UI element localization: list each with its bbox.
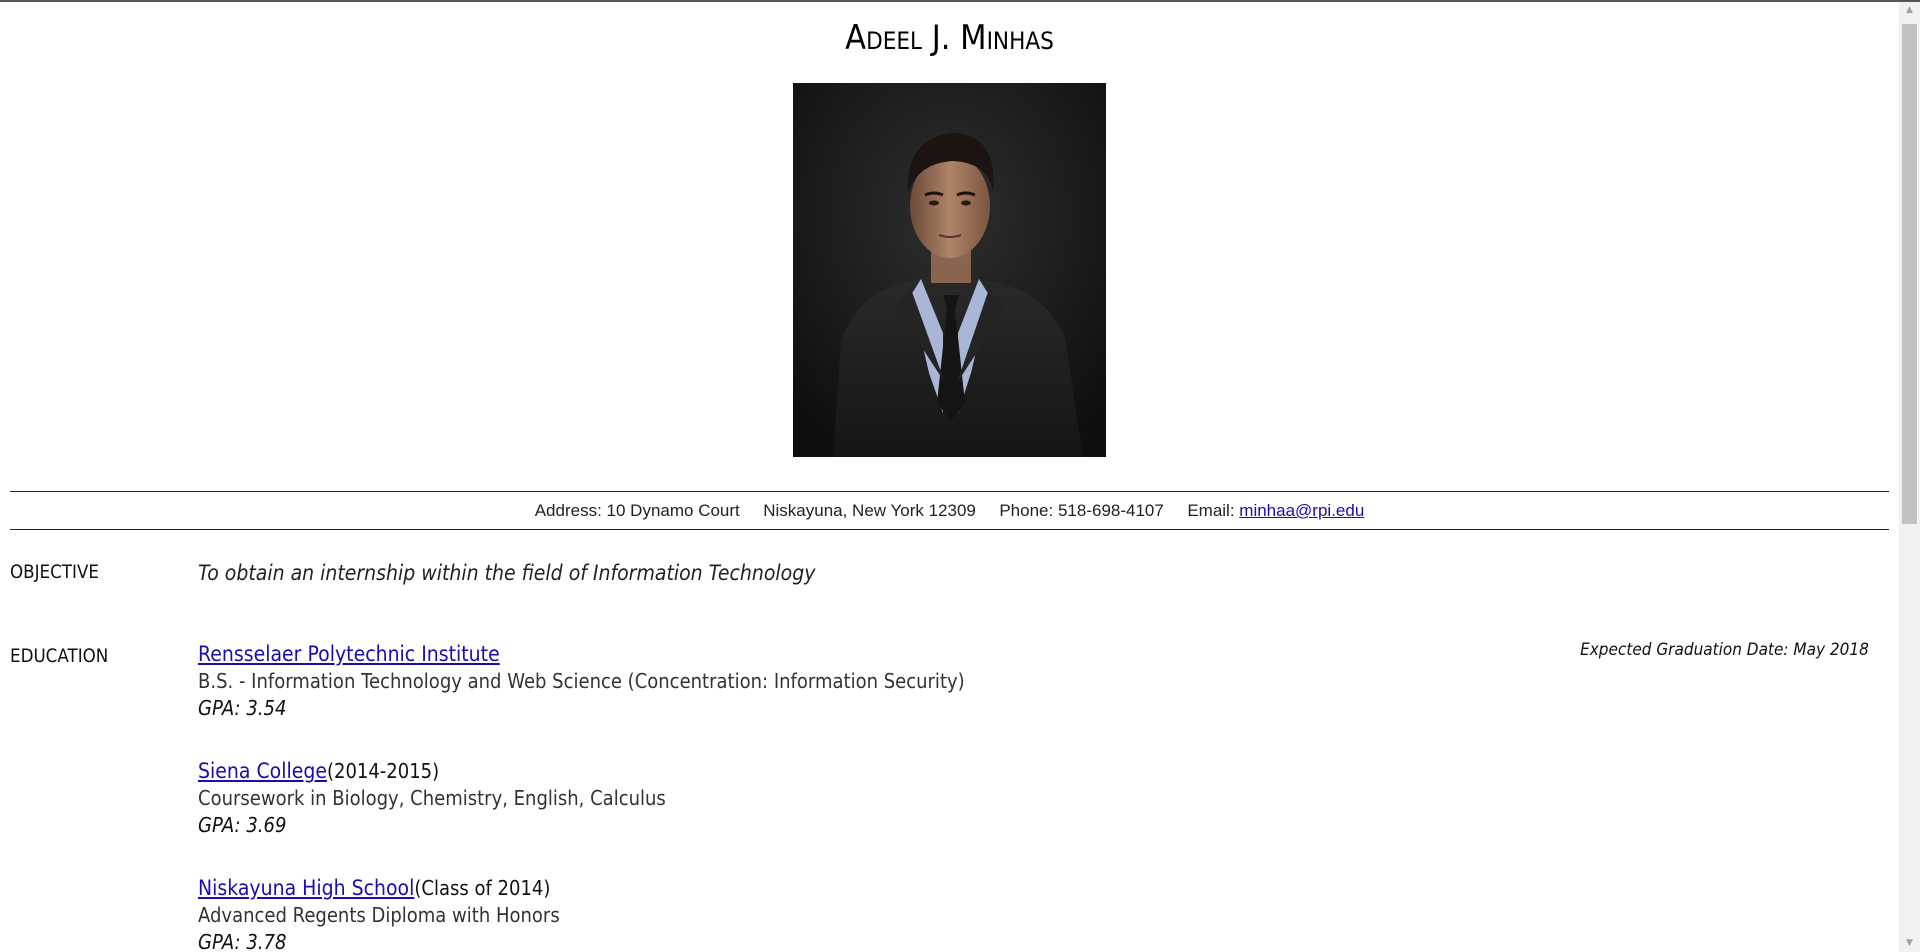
resume-page: Adeel J. Minhas Address: 10 Dynamo Court… <box>0 2 1899 952</box>
degree-description: B.S. - Information Technology and Web Sc… <box>198 669 965 693</box>
address-label: Address: <box>534 501 602 520</box>
education-entry: Siena College(2014-2015) Coursework in B… <box>198 759 666 837</box>
portrait-image <box>793 83 1106 457</box>
school-link-rpi[interactable]: Rensselaer Polytechnic Institute <box>198 642 500 666</box>
scroll-down-arrow-icon[interactable]: ▼ <box>1899 935 1920 952</box>
email-link[interactable]: minhaa@rpi.edu <box>1239 501 1364 520</box>
education-entry: Rensselaer Polytechnic Institute B.S. - … <box>198 642 965 720</box>
school-years: (2014-2015) <box>326 759 440 783</box>
address-value: 10 Dynamo Court <box>606 501 740 520</box>
gpa-value: GPA: 3.54 <box>198 696 287 720</box>
contact-line: Address: 10 Dynamo Court Niskayuna, New … <box>0 501 1899 521</box>
profile-photo <box>793 83 1106 457</box>
gpa-value: GPA: 3.78 <box>198 930 287 952</box>
diploma-description: Advanced Regents Diploma with Honors <box>198 903 560 927</box>
scrollbar-thumb[interactable] <box>1902 24 1917 524</box>
divider-top <box>10 491 1889 492</box>
objective-heading: OBJECTIVE <box>10 561 99 583</box>
school-link-niskayuna[interactable]: Niskayuna High School <box>198 876 414 900</box>
vertical-scrollbar[interactable]: ▲ ▼ <box>1899 2 1920 952</box>
education-entry: Niskayuna High School(Class of 2014) Adv… <box>198 876 560 952</box>
school-link-siena[interactable]: Siena College <box>198 759 327 783</box>
education-heading: EDUCATION <box>10 645 109 667</box>
phone-value: 518-698-4107 <box>1057 501 1164 520</box>
phone-label: Phone: <box>999 501 1054 520</box>
email-label: Email: <box>1187 501 1235 520</box>
scroll-up-arrow-icon[interactable]: ▲ <box>1899 2 1920 19</box>
page-title: Adeel J. Minhas <box>845 18 1054 58</box>
coursework-description: Coursework in Biology, Chemistry, Englis… <box>198 786 666 810</box>
objective-text: To obtain an internship within the field… <box>198 561 816 585</box>
gpa-value: GPA: 3.69 <box>198 813 287 837</box>
divider-bottom <box>10 529 1889 530</box>
school-years: (Class of 2014) <box>414 876 551 900</box>
graduation-date: Expected Graduation Date: May 2018 <box>1580 640 1869 660</box>
city-value: Niskayuna, New York 12309 <box>763 501 976 520</box>
